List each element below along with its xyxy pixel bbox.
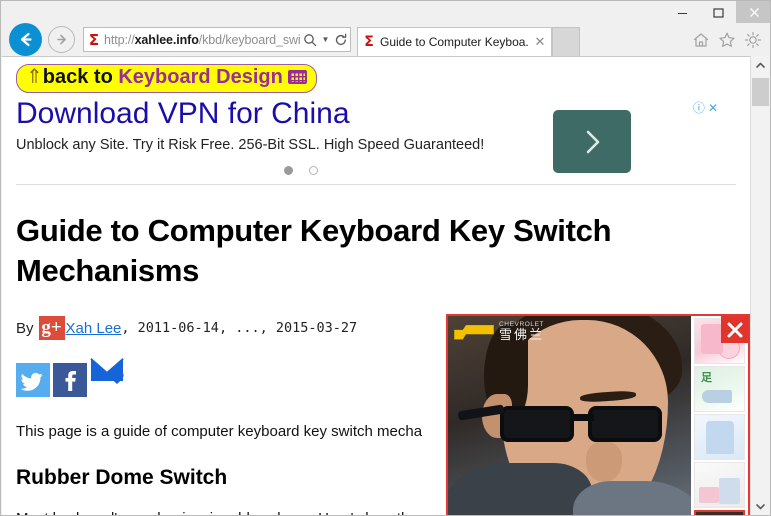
up-arrow-icon: ⇑ — [26, 66, 43, 88]
adchoices-controls[interactable]: ⓘ ✕ — [693, 99, 718, 116]
minimize-button[interactable] — [664, 1, 700, 23]
adchoices-close-icon[interactable]: ✕ — [708, 101, 718, 115]
sunglasses-temple — [457, 404, 505, 421]
favorites-star-icon[interactable] — [714, 23, 740, 56]
email-share-icon[interactable] — [90, 356, 135, 397]
author-link[interactable]: Xah Lee — [66, 320, 122, 337]
ad-cta-button[interactable] — [553, 110, 631, 173]
chevron-right-icon — [586, 130, 600, 153]
carousel-dot-2[interactable] — [309, 166, 319, 175]
title-bar — [1, 1, 770, 23]
popup-close-button[interactable] — [721, 316, 748, 343]
carousel-dot-1[interactable] — [284, 166, 293, 175]
page-title: Guide to Computer Keyboard Key Switch Me… — [16, 213, 612, 288]
back-banner-link-text: Keyboard Design — [118, 66, 283, 88]
keyboard-icon — [288, 70, 308, 84]
model-nose — [586, 442, 622, 482]
tab-title: Guide to Computer Keyboa... — [380, 35, 529, 49]
google-plus-icon[interactable]: g+ — [38, 316, 65, 341]
sunglasses-bridge — [574, 414, 594, 421]
byline-dates: , 2011-06-14, ..., 2015-03-27 — [121, 320, 358, 337]
scrollbar-thumb[interactable] — [752, 78, 769, 106]
banner-ad[interactable]: Download VPN for China Unblock any Site.… — [16, 97, 736, 185]
forward-button[interactable] — [48, 26, 75, 53]
chevrolet-wordmark: CHEVROLET 雪佛兰 — [499, 321, 545, 343]
chevrolet-name-cn: 雪佛兰 — [499, 327, 545, 343]
new-tab-button[interactable] — [552, 27, 580, 56]
thumb-shoe-ad[interactable] — [694, 366, 745, 412]
sunglasses-icon — [457, 402, 680, 442]
thumb-blue-shirt[interactable] — [694, 414, 745, 460]
facebook-share-icon[interactable] — [53, 363, 87, 398]
popup-ad[interactable]: CHEVROLET 雪佛兰 ￥ 79.0 复古男士偏光开车... — [446, 314, 750, 515]
byline-prefix: By — [16, 319, 34, 337]
thumb-fashion-shirts[interactable] — [694, 462, 745, 508]
address-bar[interactable]: Σ http://xahlee.info/kbd/keyboard_switch… — [83, 27, 351, 52]
close-window-button[interactable] — [736, 1, 770, 23]
maximize-button[interactable] — [700, 1, 736, 23]
thumb-sunglasses-model[interactable] — [694, 510, 745, 515]
chevrolet-logo: CHEVROLET 雪佛兰 — [454, 321, 545, 343]
popup-thumbnail-list — [691, 316, 748, 515]
search-icon[interactable] — [301, 28, 319, 51]
back-button[interactable] — [9, 23, 42, 56]
chevrolet-bowtie-icon — [454, 325, 494, 340]
sunglasses-right-lens — [588, 406, 662, 442]
chevron-down-icon[interactable]: ▼ — [319, 35, 332, 44]
page-scrollbar[interactable] — [750, 56, 770, 515]
model-jacket-left — [448, 463, 592, 515]
home-icon[interactable] — [688, 23, 714, 56]
browser-window: Σ http://xahlee.info/kbd/keyboard_switch… — [0, 0, 771, 516]
back-banner-prefix: back to — [42, 66, 119, 88]
back-to-keyboard-design-link[interactable]: ⇑back to Keyboard Design — [16, 64, 318, 93]
browser-tab[interactable]: Σ Guide to Computer Keyboa... ✕ — [357, 27, 552, 56]
page-viewport: ⇑back to Keyboard Design Download VPN fo… — [2, 56, 753, 515]
model-jacket-right — [573, 481, 691, 515]
refresh-icon[interactable] — [332, 28, 350, 51]
settings-gear-icon[interactable] — [740, 23, 766, 56]
tab-close-icon[interactable]: ✕ — [529, 34, 551, 50]
scroll-down-icon[interactable] — [751, 497, 770, 515]
twitter-share-icon[interactable] — [16, 363, 50, 398]
address-url-text: http://xahlee.info/kbd/keyboard_switch_n — [104, 32, 301, 47]
sigma-favicon: Σ — [88, 30, 100, 49]
adchoices-info-icon[interactable]: ⓘ — [693, 99, 705, 116]
sigma-favicon: Σ — [364, 34, 374, 50]
popup-ad-image[interactable]: CHEVROLET 雪佛兰 ￥ 79.0 复古男士偏光开车... — [448, 316, 691, 515]
scroll-up-icon[interactable] — [751, 56, 770, 75]
sunglasses-left-lens — [500, 406, 574, 442]
navigation-bar: Σ http://xahlee.info/kbd/keyboard_switch… — [1, 23, 770, 56]
